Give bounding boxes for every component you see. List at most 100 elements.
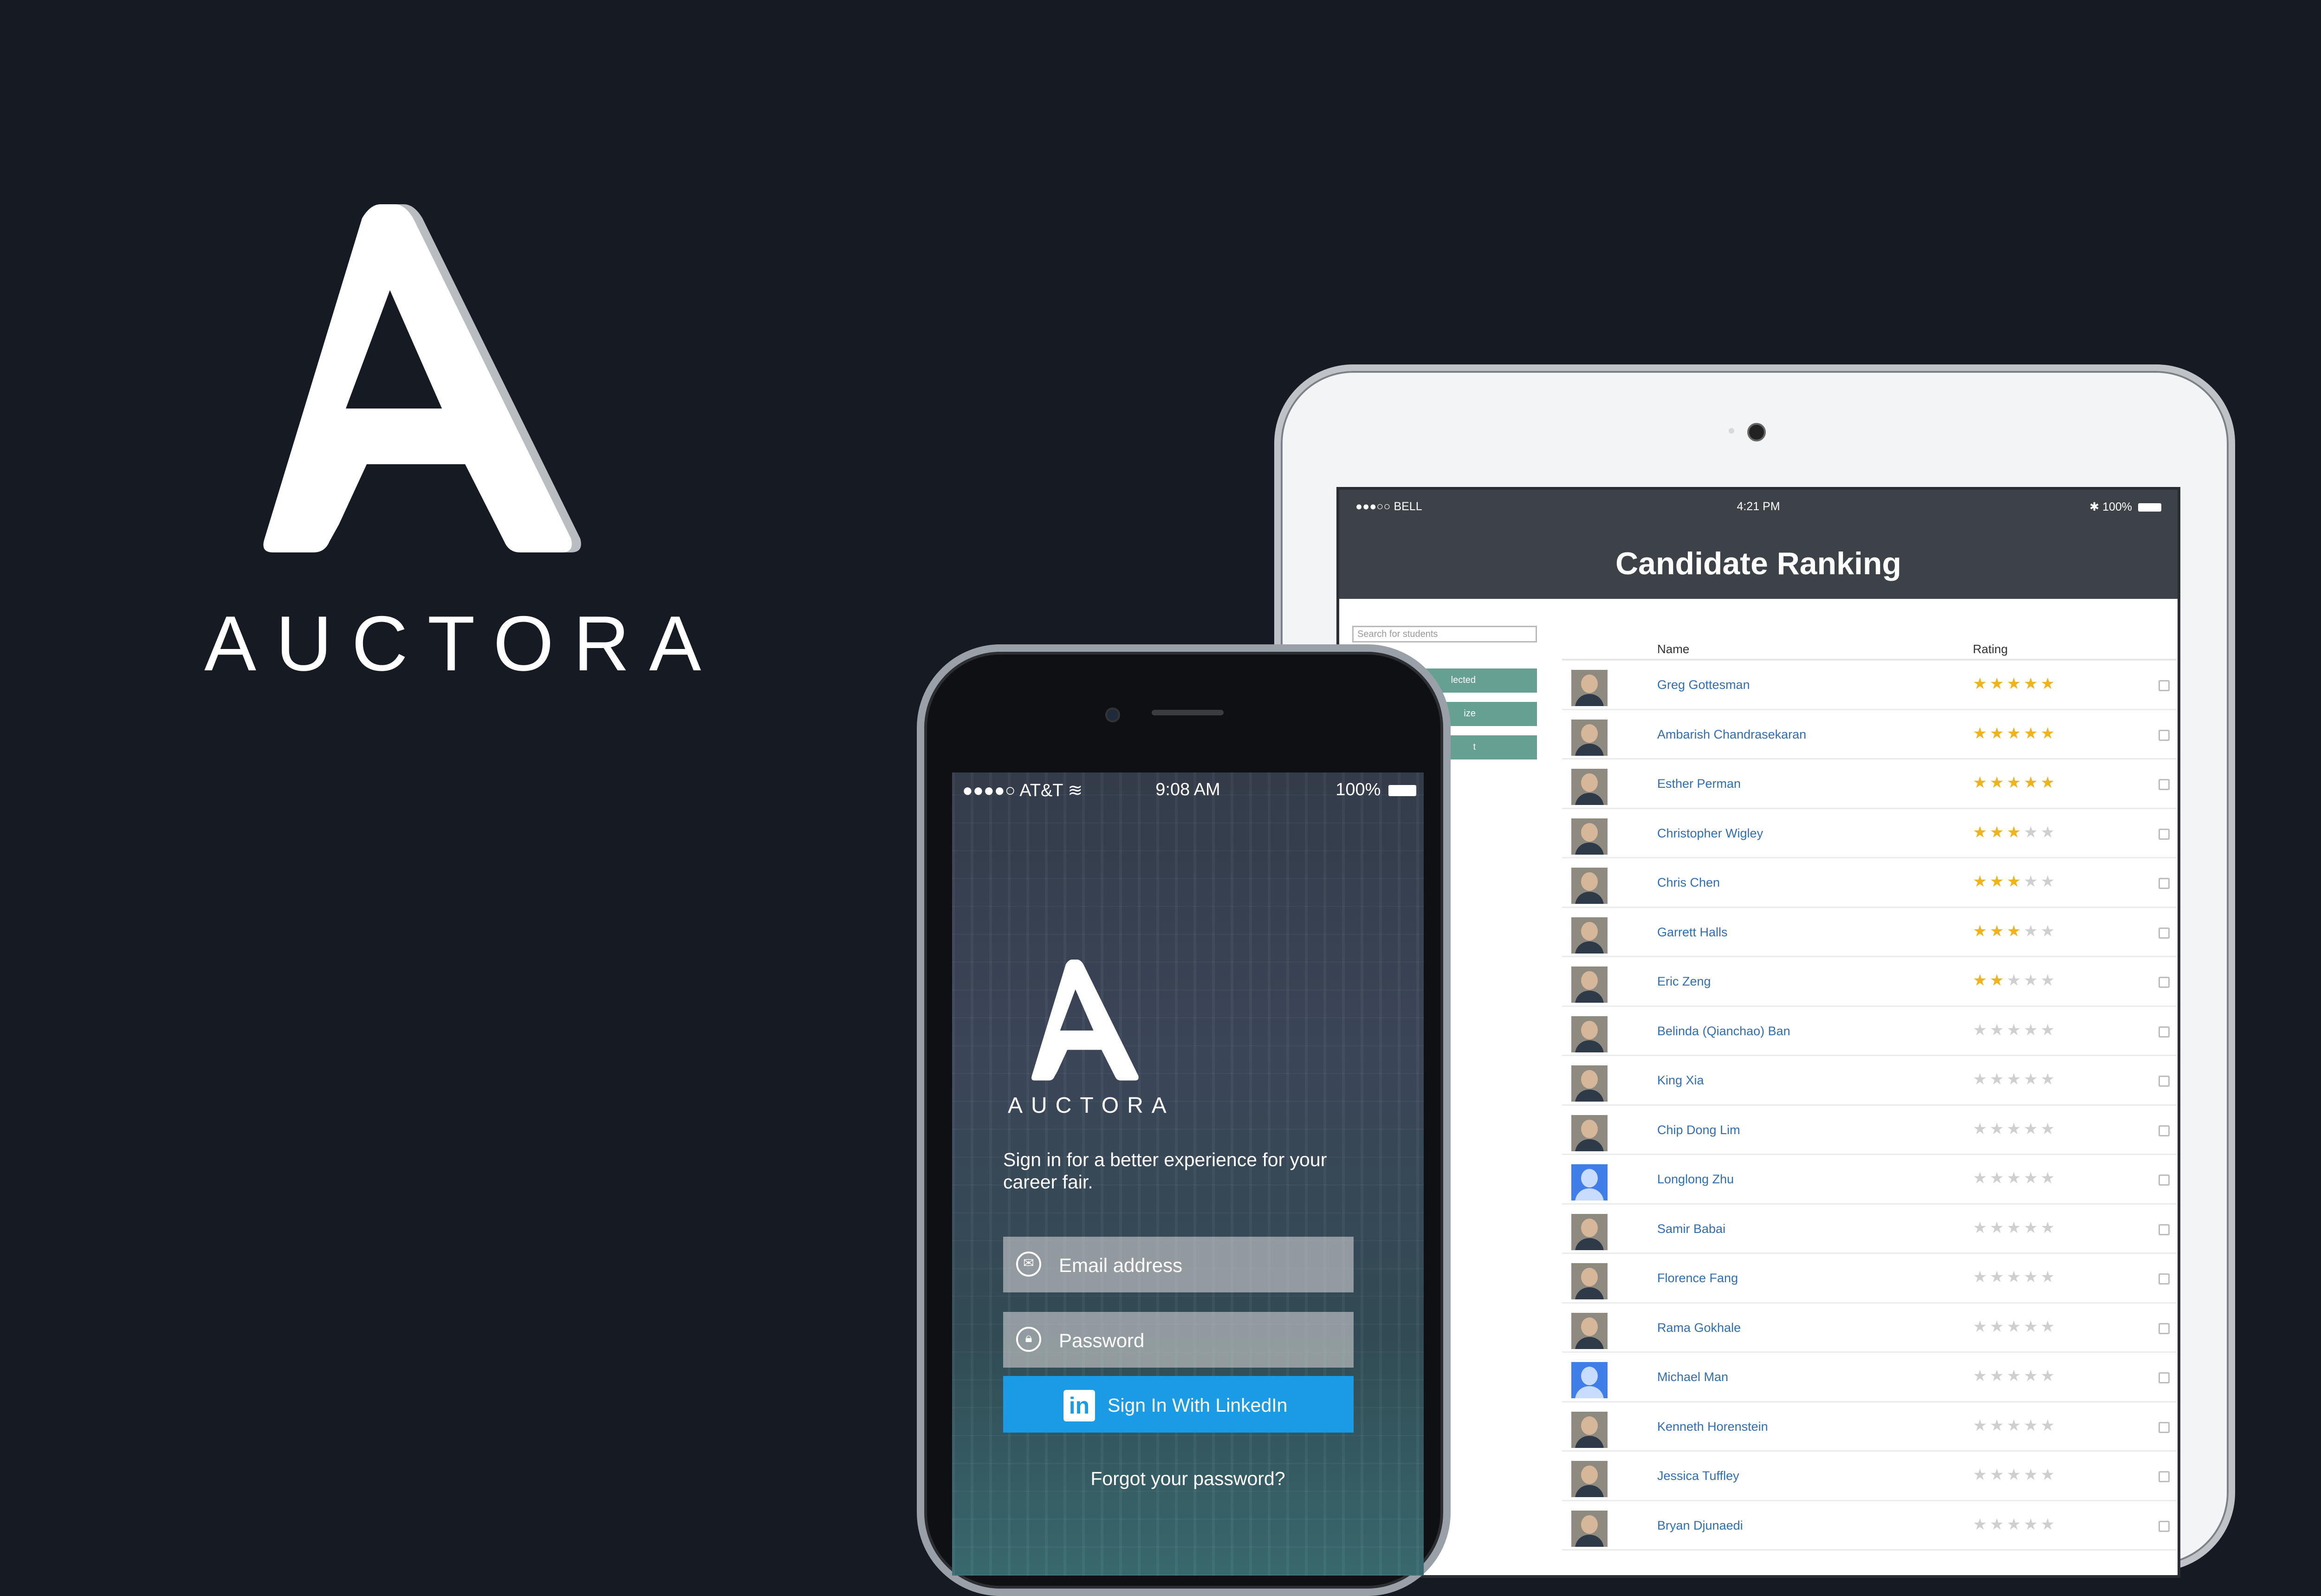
avatar-icon [1571,1510,1608,1547]
star-rating[interactable]: ★★★★★ [1973,675,2057,693]
star-rating[interactable]: ★★★★★ [1973,773,2057,792]
page-title: Candidate Ranking [1615,546,1901,581]
table-row[interactable]: Ambarish Chandrasekaran ★★★★★ [1562,710,2177,759]
star-rating[interactable]: ★★★★★ [1973,823,2057,842]
ipad-camera [1747,423,1766,441]
row-checkbox[interactable] [2159,1323,2170,1334]
table-row[interactable]: Florence Fang ★★★★★ [1562,1254,2177,1304]
avatar-icon [1571,1065,1608,1102]
empty-stars: ★★★★★ [1973,1219,2058,1237]
search-input[interactable]: Search for students [1352,626,1537,642]
row-checkbox[interactable] [2159,1076,2170,1087]
star-rating[interactable]: ★★★★★ [1973,724,2057,743]
star-rating[interactable]: ★★★★★ [1973,872,2057,891]
linkedin-signin-button[interactable]: in Sign In With LinkedIn [1003,1376,1354,1433]
star-rating[interactable]: ★★★★★ [1973,922,2057,941]
tagline: Sign in for a better experience for your… [1003,1149,1327,1193]
table-row[interactable]: Greg Gottesman ★★★★★ [1562,661,2177,710]
avatar-icon [1571,1016,1608,1052]
candidate-name-link[interactable]: Florence Fang [1657,1271,1738,1285]
avatar-icon [1571,1461,1608,1497]
candidate-name-link[interactable]: Belinda (Qianchao) Ban [1657,1024,1790,1038]
row-checkbox[interactable] [2159,729,2170,741]
star-rating[interactable]: ★★★★★ [1973,1466,2057,1484]
candidate-name-link[interactable]: Garrett Halls [1657,925,1728,940]
side-button-label: lected [1451,675,1476,685]
table-row[interactable]: Eric Zeng ★★★★★ [1562,957,2177,1007]
avatar-icon [1571,967,1608,1003]
candidate-name-link[interactable]: Michael Man [1657,1370,1728,1384]
row-checkbox[interactable] [2159,779,2170,790]
row-checkbox[interactable] [2159,1471,2170,1482]
candidate-name-link[interactable]: Samir Babai [1657,1222,1725,1236]
table-row[interactable]: Chris Chen ★★★★★ [1562,858,2177,908]
candidate-name-link[interactable]: King Xia [1657,1073,1704,1088]
row-checkbox[interactable] [2159,1421,2170,1433]
row-checkbox[interactable] [2159,927,2170,939]
table-row[interactable]: Samir Babai ★★★★★ [1562,1205,2177,1254]
table-row[interactable]: Garrett Halls ★★★★★ [1562,908,2177,957]
table-row[interactable]: Bryan Djunaedi ★★★★★ [1562,1501,2177,1551]
brand-a-icon [263,204,581,552]
row-checkbox[interactable] [2159,977,2170,988]
star-rating[interactable]: ★★★★★ [1973,1120,2057,1138]
candidate-name-link[interactable]: Eric Zeng [1657,974,1711,989]
table-row[interactable]: Esther Perman ★★★★★ [1562,759,2177,809]
password-field[interactable]: 🔒︎ Password [1003,1312,1354,1368]
candidate-name-link[interactable]: Esther Perman [1657,777,1741,791]
star-rating[interactable]: ★★★★★ [1973,1219,2057,1237]
star-rating[interactable]: ★★★★★ [1973,971,2057,990]
row-checkbox[interactable] [2159,1174,2170,1186]
table-row[interactable]: King Xia ★★★★★ [1562,1056,2177,1106]
star-rating[interactable]: ★★★★★ [1973,1416,2057,1435]
row-checkbox[interactable] [2159,1520,2170,1532]
table-row[interactable]: Christopher Wigley ★★★★★ [1562,809,2177,858]
table-row[interactable]: Jessica Tuffley ★★★★★ [1562,1452,2177,1501]
ipad-time: 4:21 PM [1737,500,1780,513]
candidate-name-link[interactable]: Chip Dong Lim [1657,1123,1740,1137]
star-rating[interactable]: ★★★★★ [1973,1515,2057,1534]
table-row[interactable]: Rama Gokhale ★★★★★ [1562,1304,2177,1353]
candidate-name-link[interactable]: Longlong Zhu [1657,1172,1734,1187]
row-checkbox[interactable] [2159,878,2170,889]
avatar-icon [1571,1213,1608,1250]
row-checkbox[interactable] [2159,1224,2170,1235]
candidate-name-link[interactable]: Kenneth Horenstein [1657,1420,1768,1434]
star-rating[interactable]: ★★★★★ [1973,1021,2057,1039]
row-checkbox[interactable] [2159,1026,2170,1038]
email-field[interactable]: ✉ Email address [1003,1237,1354,1292]
table-row[interactable]: Michael Man ★★★★★ [1562,1353,2177,1402]
candidate-name-link[interactable]: Greg Gottesman [1657,678,1750,692]
row-checkbox[interactable] [2159,1273,2170,1285]
row-checkbox[interactable] [2159,1125,2170,1136]
star-rating[interactable]: ★★★★★ [1973,1268,2057,1286]
iphone-screen: ●●●●○ AT&T ≋ 9:08 AM 100% AUCTORA Sign i… [952,772,1424,1576]
star-rating[interactable]: ★★★★★ [1973,1169,2057,1187]
candidate-name-link[interactable]: Chris Chen [1657,876,1720,890]
linkedin-button-label: Sign In With LinkedIn [1108,1395,1288,1416]
candidate-name-link[interactable]: Christopher Wigley [1657,826,1763,841]
column-header-name[interactable]: Name [1657,642,1689,656]
candidate-name-link[interactable]: Jessica Tuffley [1657,1469,1739,1483]
table-row[interactable]: Longlong Zhu ★★★★★ [1562,1155,2177,1205]
table-row[interactable]: Belinda (Qianchao) Ban ★★★★★ [1562,1007,2177,1056]
filled-stars: ★★★ [1973,922,2024,940]
row-checkbox[interactable] [2159,680,2170,691]
row-checkbox[interactable] [2159,828,2170,840]
star-rating[interactable]: ★★★★★ [1973,1317,2057,1336]
table-row[interactable]: Chip Dong Lim ★★★★★ [1562,1106,2177,1155]
table-row[interactable]: Kenneth Horenstein ★★★★★ [1562,1402,2177,1452]
empty-stars: ★★★★★ [1973,1070,2058,1088]
candidate-name-link[interactable]: Ambarish Chandrasekaran [1657,727,1806,742]
star-rating[interactable]: ★★★★★ [1973,1070,2057,1089]
filled-stars: ★★★★★ [1973,724,2058,742]
column-header-rating[interactable]: Rating [1973,642,2008,656]
ipad-battery-label: 100% [2102,500,2133,513]
star-rating[interactable]: ★★★★★ [1973,1367,2057,1385]
filled-stars: ★★★ [1973,873,2024,890]
candidate-name-link[interactable]: Rama Gokhale [1657,1321,1741,1335]
candidate-name-link[interactable]: Bryan Djunaedi [1657,1518,1743,1533]
forgot-password-link[interactable]: Forgot your password? [952,1468,1424,1490]
avatar-icon [1571,1115,1608,1151]
row-checkbox[interactable] [2159,1372,2170,1383]
